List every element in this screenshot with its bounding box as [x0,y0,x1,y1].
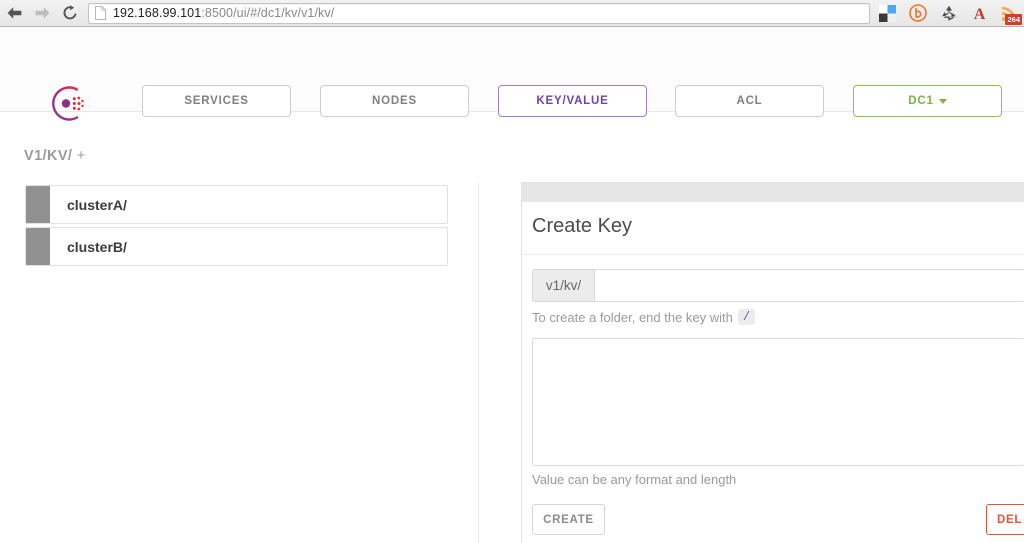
color-squares-icon[interactable] [879,4,896,22]
back-arrow-icon [7,7,21,19]
list-item[interactable]: clusterB/ [25,227,448,266]
list-item-accent-bar [26,228,50,265]
nav-label-datacenter: DC1 [908,95,934,107]
recycle-icon[interactable] [940,4,958,22]
list-item[interactable]: clusterA/ [25,185,448,224]
extension-icons: A 264 [879,4,1022,25]
create-button[interactable]: CREATE [532,504,605,535]
value-hint-text: Value can be any format and length [532,472,737,487]
forward-arrow-icon [35,7,49,19]
breadcrumb: V1/KV/ + [24,148,86,164]
chevron-down-icon [938,98,947,104]
list-item-accent-bar [26,186,50,223]
key-input-group: v1/kv/ [532,269,1024,302]
nav-button-datacenter[interactable]: DC1 [853,85,1002,117]
panel-divider [522,254,1024,255]
reload-button[interactable] [56,0,84,27]
forward-button[interactable] [28,0,56,27]
rss-badge-count: 264 [1005,14,1022,25]
breadcrumb-path[interactable]: V1/KV/ [24,148,72,164]
key-hint-text: To create a folder, end the key with / [532,309,756,325]
key-prefix-addon: v1/kv/ [532,269,594,302]
letter-a-icon[interactable]: A [971,5,988,22]
delete-button[interactable]: DEL [986,504,1024,535]
key-input[interactable] [594,269,1024,302]
app-header: SERVICES NODES KEY/VALUE ACL DC1 [0,27,1024,121]
nav-label-nodes: NODES [372,95,417,107]
rss-feed-icon[interactable]: 264 [1001,5,1022,25]
url-path: :8500/ui/#/dc1/kv/v1/kv/ [201,6,335,20]
list-item-label: clusterA/ [67,196,127,213]
list-item-label: clusterB/ [67,238,127,255]
add-key-button[interactable]: + [77,148,86,164]
create-key-panel: Create Key v1/kv/ To create a folder, en… [521,182,1024,543]
slash-code-chip: / [737,309,756,325]
kv-list: clusterA/ clusterB/ [0,182,479,543]
nav-button-services[interactable]: SERVICES [142,85,291,117]
value-textarea[interactable] [532,338,1024,466]
nav-button-nodes[interactable]: NODES [320,85,469,117]
page-title: Create Key [532,215,633,237]
address-bar[interactable]: 192.168.99.101:8500/ui/#/dc1/kv/v1/kv/ [88,2,870,24]
url-host: 192.168.99.101 [113,6,202,20]
consul-logo-icon [52,86,84,121]
address-bar-text: 192.168.99.101:8500/ui/#/dc1/kv/v1/kv/ [113,6,334,20]
nav-button-key-value[interactable]: KEY/VALUE [498,85,647,117]
panel-topbar [522,183,1024,202]
key-hint-label: To create a folder, end the key with [532,309,733,325]
back-button[interactable] [0,0,28,27]
nav-label-services: SERVICES [184,95,249,107]
nav-button-acl[interactable]: ACL [675,85,824,117]
svg-text:A: A [974,6,986,22]
bitly-b-icon[interactable] [909,4,927,22]
nav-label-key-value: KEY/VALUE [536,95,609,107]
nav-label-acl: ACL [736,95,763,107]
reload-icon [63,5,77,20]
page-document-icon [95,6,106,20]
browser-toolbar: 192.168.99.101:8500/ui/#/dc1/kv/v1/kv/ A… [0,0,1024,27]
